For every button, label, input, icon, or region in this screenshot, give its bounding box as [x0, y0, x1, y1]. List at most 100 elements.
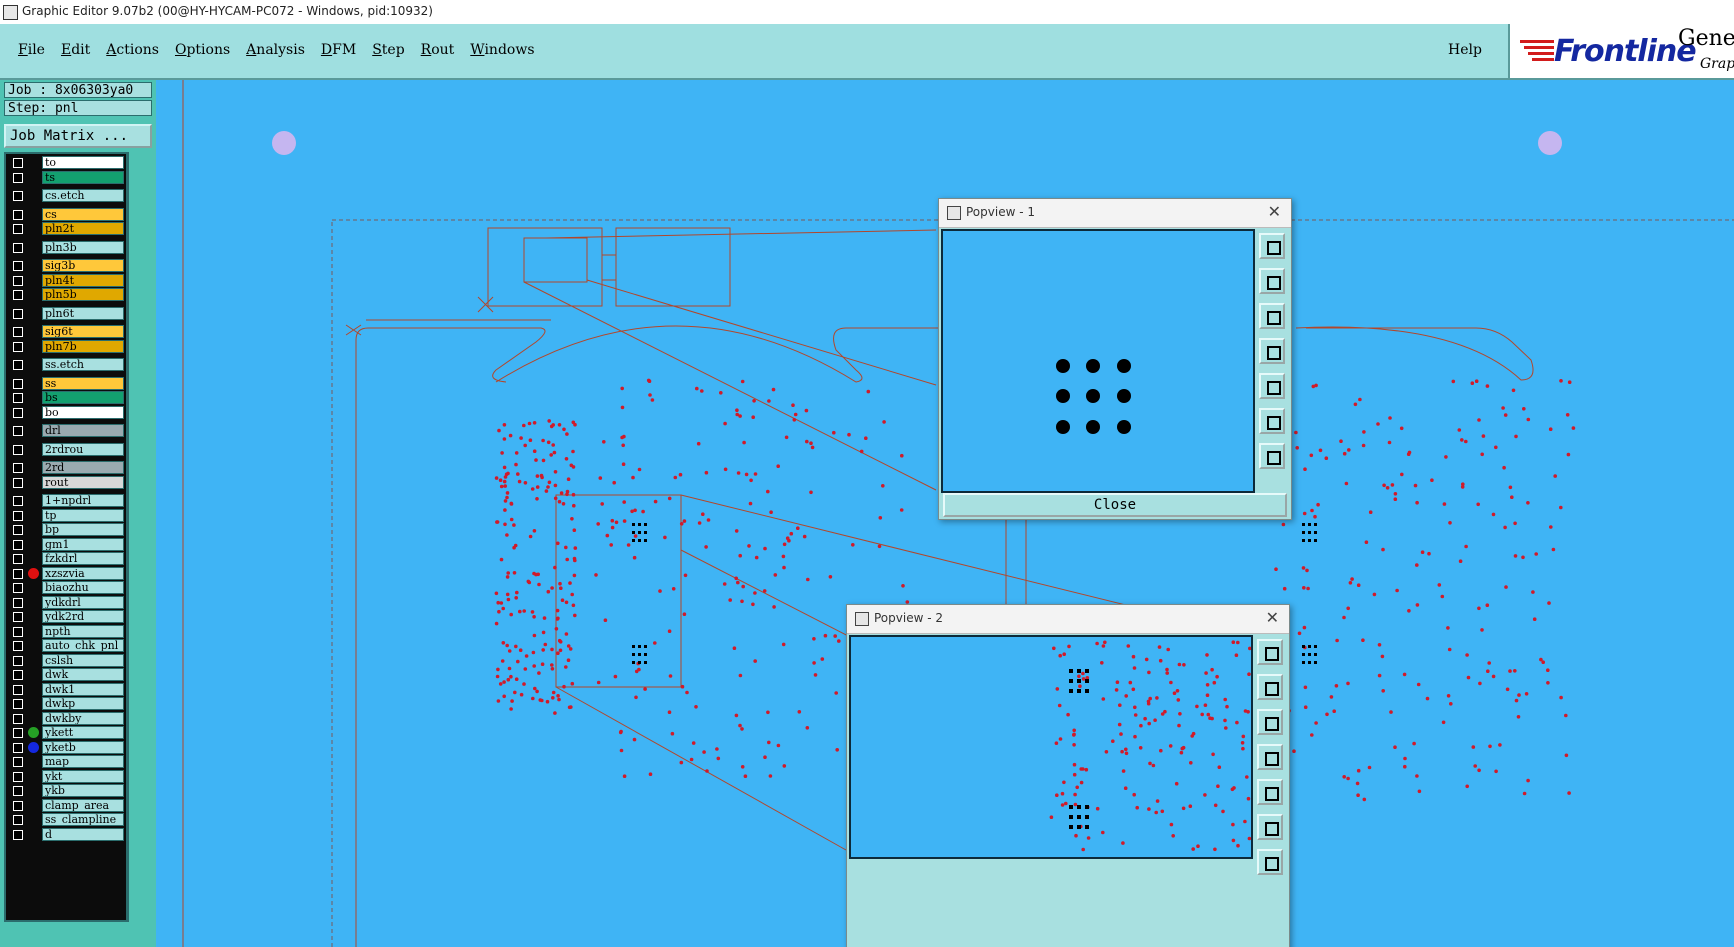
- menu-help[interactable]: Help: [1448, 42, 1482, 58]
- layer-checkbox[interactable]: [13, 261, 23, 271]
- layer-name[interactable]: dwk1: [42, 682, 124, 696]
- layer-checkbox[interactable]: [13, 728, 23, 738]
- layer-name[interactable]: bs: [42, 391, 124, 404]
- zoom-out-icon[interactable]: [1259, 443, 1285, 469]
- layer-row-bo[interactable]: bo: [6, 405, 126, 420]
- popview-2-titlebar[interactable]: Popview - 2 ✕: [847, 605, 1289, 634]
- layer-name[interactable]: pln2t: [42, 222, 124, 235]
- layer-row-npth[interactable]: npth: [6, 624, 126, 639]
- layer-name[interactable]: 2rdrou: [42, 442, 124, 456]
- layer-name[interactable]: ykett: [42, 726, 124, 739]
- popview-2-close-icon[interactable]: ✕: [1266, 608, 1279, 627]
- zoom-in-icon[interactable]: [1257, 814, 1283, 840]
- layer-row-dwkp[interactable]: dwkp: [6, 697, 126, 711]
- layer-checkbox[interactable]: [13, 393, 23, 403]
- layer-checkbox[interactable]: [13, 341, 23, 352]
- layer-name[interactable]: ykt: [42, 769, 124, 783]
- menu-file[interactable]: File: [10, 42, 53, 58]
- layer-checkbox[interactable]: [13, 275, 23, 286]
- layer-list-scrollbar[interactable]: [128, 152, 153, 922]
- layer-row-sig6t[interactable]: sig6t: [6, 325, 126, 339]
- layer-row-ydkdrl[interactable]: ydkdrl: [6, 595, 126, 610]
- layer-row-rout[interactable]: rout: [6, 475, 126, 490]
- menu-edit[interactable]: Edit: [53, 42, 98, 58]
- layer-name[interactable]: map: [42, 755, 124, 768]
- layer-row-gm1[interactable]: gm1: [6, 537, 126, 552]
- menu-windows[interactable]: Windows: [462, 42, 542, 58]
- layer-row-pln5b[interactable]: pln5b: [6, 288, 126, 302]
- menu-step[interactable]: Step: [364, 42, 412, 58]
- layer-name[interactable]: ss_clampline: [42, 813, 124, 826]
- popview-1-titlebar[interactable]: Popview - 1 ✕: [939, 199, 1291, 228]
- layer-checkbox[interactable]: [13, 525, 23, 535]
- layer-name[interactable]: dwkby: [42, 711, 124, 725]
- layer-row-ykb[interactable]: ykb: [6, 784, 126, 798]
- menu-actions[interactable]: Actions: [98, 42, 167, 58]
- layer-name[interactable]: rout: [42, 475, 124, 489]
- layer-checkbox[interactable]: [13, 463, 23, 473]
- menu-rout[interactable]: Rout: [413, 42, 463, 58]
- layer-row-xzszvia[interactable]: xzszvia: [6, 566, 126, 581]
- layer-checkbox[interactable]: [13, 510, 23, 521]
- layer-checkbox[interactable]: [13, 426, 23, 436]
- pan-up-icon[interactable]: [1257, 674, 1283, 700]
- layer-row-pln6t[interactable]: pln6t: [6, 306, 126, 321]
- pan-up-icon[interactable]: [1259, 268, 1285, 294]
- layer-checkbox[interactable]: [13, 327, 23, 337]
- pan-down-icon[interactable]: [1259, 303, 1285, 329]
- layer-checkbox[interactable]: [13, 539, 23, 550]
- layer-name[interactable]: dwk: [42, 668, 124, 681]
- layer-row-ykt[interactable]: ykt: [6, 769, 126, 784]
- layer-row-2rd[interactable]: 2rd: [6, 461, 126, 475]
- layer-name[interactable]: gm1: [42, 537, 124, 551]
- layer-row-pln4t[interactable]: pln4t: [6, 273, 126, 288]
- layer-row-cs-etch[interactable]: cs.etch: [6, 189, 126, 203]
- job-matrix-button[interactable]: Job Matrix ...: [4, 124, 152, 148]
- layer-row-pln7b[interactable]: pln7b: [6, 339, 126, 354]
- layer-name[interactable]: xzszvia: [42, 566, 124, 580]
- layer-name[interactable]: ydk2rd: [42, 610, 124, 623]
- popview-2-view[interactable]: [849, 635, 1253, 859]
- layer-row-dwk[interactable]: dwk: [6, 668, 126, 682]
- layer-name[interactable]: to: [42, 156, 124, 169]
- layer-row-1-npdrl[interactable]: 1+npdrl: [6, 494, 126, 508]
- layer-checkbox[interactable]: [13, 815, 23, 825]
- layer-checkbox[interactable]: [13, 713, 23, 724]
- layer-row-ss-clampline[interactable]: ss_clampline: [6, 813, 126, 827]
- layer-checkbox[interactable]: [13, 612, 23, 622]
- layer-name[interactable]: pln7b: [42, 339, 124, 353]
- layer-name[interactable]: sig6t: [42, 325, 124, 338]
- layer-row-auto-chk-pnl[interactable]: auto_chk_pnl: [6, 639, 126, 653]
- layer-checkbox[interactable]: [13, 641, 23, 651]
- layer-name[interactable]: pln5b: [42, 288, 124, 301]
- popview-1-window[interactable]: Popview - 1 ✕ Close: [938, 198, 1292, 520]
- pan-left-icon[interactable]: [1257, 744, 1283, 770]
- layer-row-d[interactable]: d: [6, 827, 126, 842]
- zoom-fit-icon[interactable]: [1257, 639, 1283, 665]
- layer-name[interactable]: ss.etch: [42, 358, 124, 371]
- layer-row-ykett[interactable]: ykett: [6, 726, 126, 740]
- layer-row-ss[interactable]: ss: [6, 376, 126, 391]
- layer-checkbox[interactable]: [13, 771, 23, 782]
- graphic-canvas[interactable]: Popview - 1 ✕ Close Popview - 2 ✕: [156, 80, 1734, 947]
- layer-checkbox[interactable]: [13, 786, 23, 796]
- layer-row-ydk2rd[interactable]: ydk2rd: [6, 610, 126, 624]
- layer-name[interactable]: pln4t: [42, 273, 124, 287]
- layer-name[interactable]: 1+npdrl: [42, 494, 124, 507]
- layer-checkbox[interactable]: [13, 444, 23, 455]
- layer-checkbox[interactable]: [13, 407, 23, 418]
- layer-name[interactable]: pln3b: [42, 240, 124, 254]
- layer-name[interactable]: biaozhu: [42, 581, 124, 594]
- layer-row-to[interactable]: to: [6, 156, 126, 170]
- pan-left-icon[interactable]: [1259, 338, 1285, 364]
- layer-checkbox[interactable]: [13, 360, 23, 370]
- layer-checkbox[interactable]: [13, 224, 23, 234]
- layer-row-bs[interactable]: bs: [6, 391, 126, 405]
- layer-row-map[interactable]: map: [6, 755, 126, 769]
- layer-name[interactable]: bo: [42, 405, 124, 419]
- layer-row-fzkdrl[interactable]: fzkdrl: [6, 552, 126, 566]
- popview-1-view[interactable]: [941, 229, 1255, 493]
- layer-row-pln3b[interactable]: pln3b: [6, 240, 126, 255]
- layer-checkbox[interactable]: [13, 757, 23, 767]
- popview-1-close-button[interactable]: Close: [943, 493, 1287, 517]
